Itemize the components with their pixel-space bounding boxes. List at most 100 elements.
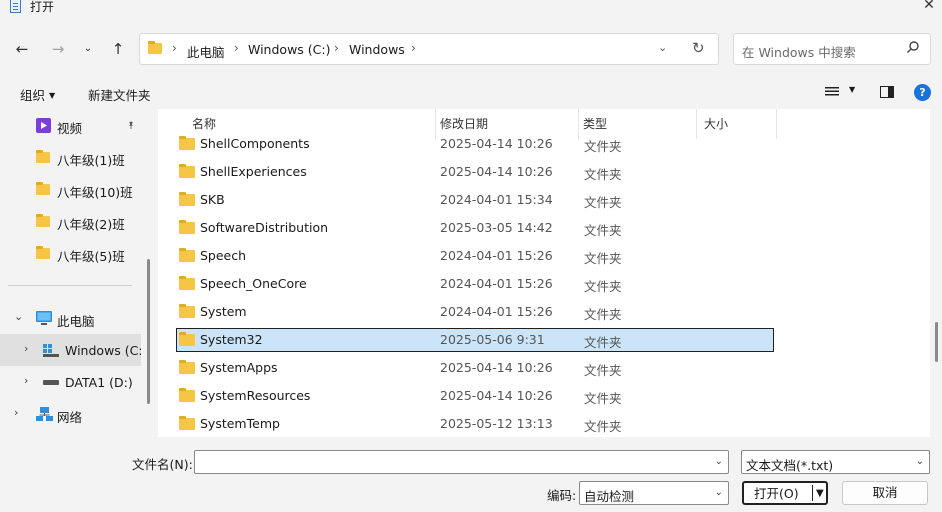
notepad-icon bbox=[10, 0, 21, 13]
file-type: 文件夹 bbox=[584, 139, 622, 154]
chevron-down-icon[interactable]: ⌄ bbox=[14, 310, 23, 323]
breadcrumb-separator-icon[interactable]: › bbox=[334, 41, 339, 55]
breadcrumb-separator-icon[interactable]: › bbox=[411, 41, 416, 55]
file-date: 2024-04-01 15:26 bbox=[440, 248, 553, 263]
column-header-date[interactable]: 修改日期 bbox=[440, 115, 488, 132]
file-date: 2025-05-06 9:31 bbox=[440, 332, 545, 347]
breadcrumb-separator-icon[interactable]: › bbox=[234, 41, 239, 55]
sidebar-item-grade8-class5[interactable]: 八年级(5)班 bbox=[0, 237, 141, 269]
folder-icon bbox=[36, 214, 50, 227]
file-type: 文件夹 bbox=[584, 335, 622, 350]
drive-icon bbox=[43, 380, 59, 385]
file-row[interactable]: ShellExperiences 2025-04-14 10:26 文件夹 bbox=[176, 160, 774, 184]
file-row-selected[interactable]: System32 2025-05-06 9:31 文件夹 bbox=[176, 328, 774, 352]
file-list-scrollbar[interactable] bbox=[935, 322, 938, 362]
sidebar-item-grade8-class10[interactable]: 八年级(10)班 bbox=[0, 173, 141, 205]
chevron-right-icon[interactable]: › bbox=[14, 406, 18, 419]
sidebar-scrollbar[interactable] bbox=[147, 259, 150, 404]
file-row[interactable]: Speech_OneCore 2024-04-01 15:26 文件夹 bbox=[176, 272, 774, 296]
sidebar-item-label: DATA1 (D:) bbox=[65, 375, 133, 390]
breadcrumb-windows-c[interactable]: Windows (C:) bbox=[248, 42, 330, 57]
file-name: SystemApps bbox=[200, 360, 278, 375]
sidebar-item-videos[interactable]: 视频 bbox=[0, 109, 141, 141]
sidebar-item-windows-c[interactable]: › Windows (C:) bbox=[0, 334, 141, 366]
chevron-right-icon[interactable]: › bbox=[24, 342, 28, 355]
sidebar-item-data1-d[interactable]: › DATA1 (D:) bbox=[0, 366, 141, 398]
sidebar-item-label: Windows (C:) bbox=[65, 343, 141, 358]
file-row[interactable]: ShellComponents 2025-04-14 10:26 文件夹 bbox=[176, 132, 774, 156]
file-row[interactable]: SystemTemp 2025-05-12 13:13 文件夹 bbox=[176, 412, 774, 436]
file-name: System bbox=[200, 304, 247, 319]
chevron-right-icon[interactable]: › bbox=[24, 374, 28, 387]
column-header-type[interactable]: 类型 bbox=[583, 115, 607, 132]
folder-icon bbox=[179, 360, 195, 374]
refresh-icon[interactable]: ↻ bbox=[692, 39, 705, 57]
column-header-size[interactable]: 大小 bbox=[704, 115, 728, 132]
chevron-down-icon[interactable]: ⌄ bbox=[916, 456, 924, 467]
filename-input[interactable]: ⌄ bbox=[194, 450, 729, 474]
file-type: 文件夹 bbox=[584, 363, 622, 378]
organize-button[interactable]: 组织 ▼ bbox=[20, 85, 55, 104]
folder-icon bbox=[179, 388, 195, 402]
file-row[interactable]: SystemApps 2025-04-14 10:26 文件夹 bbox=[176, 356, 774, 380]
file-date: 2025-03-05 14:42 bbox=[440, 220, 553, 235]
preview-pane-icon[interactable] bbox=[880, 86, 894, 98]
file-date: 2025-05-12 13:13 bbox=[440, 416, 553, 431]
folder-icon bbox=[179, 248, 195, 262]
sidebar-item-grade8-class2[interactable]: 八年级(2)班 bbox=[0, 205, 141, 237]
breadcrumb-this-pc[interactable]: 此电脑 bbox=[187, 42, 225, 61]
file-date: 2024-04-01 15:26 bbox=[440, 276, 553, 291]
back-arrow-icon[interactable]: ← bbox=[12, 38, 32, 60]
breadcrumb-separator-icon[interactable]: › bbox=[172, 41, 177, 55]
file-row[interactable]: SoftwareDistribution 2025-03-05 14:42 文件… bbox=[176, 216, 774, 240]
search-icon[interactable] bbox=[906, 40, 920, 54]
network-icon bbox=[36, 407, 53, 421]
breadcrumb-windows[interactable]: Windows bbox=[349, 42, 405, 57]
view-caret-down-icon[interactable]: ▼ bbox=[849, 85, 855, 94]
pin-icon[interactable] bbox=[127, 121, 135, 129]
file-name: System32 bbox=[200, 332, 263, 347]
sidebar-item-label: 八年级(1)班 bbox=[57, 153, 125, 168]
file-row[interactable]: SystemResources 2025-04-14 10:26 文件夹 bbox=[176, 384, 774, 408]
column-header-name[interactable]: 名称 bbox=[192, 115, 216, 132]
open-options-caret-icon[interactable]: ▼ bbox=[816, 483, 824, 505]
file-row[interactable]: System 2024-04-01 15:26 文件夹 bbox=[176, 300, 774, 324]
folder-icon bbox=[36, 182, 50, 195]
folder-icon bbox=[179, 192, 195, 206]
address-bar[interactable]: › 此电脑 › Windows (C:) › Windows › ⌄ ↻ bbox=[139, 33, 719, 65]
file-name: Speech_OneCore bbox=[200, 276, 307, 291]
sidebar-item-grade8-class1[interactable]: 八年级(1)班 bbox=[0, 141, 141, 173]
search-box[interactable]: 在 Windows 中搜索 bbox=[733, 33, 931, 65]
file-row[interactable]: SKB 2024-04-01 15:34 文件夹 bbox=[176, 188, 774, 212]
open-button-label: 打开(O) bbox=[754, 486, 799, 501]
sidebar-item-this-pc[interactable]: ⌄ 此电脑 bbox=[0, 302, 141, 334]
cancel-button[interactable]: 取消 bbox=[842, 481, 928, 505]
file-date: 2025-04-14 10:26 bbox=[440, 388, 553, 403]
close-icon[interactable]: ✕ bbox=[920, 0, 938, 14]
encoding-value: 自动检测 bbox=[584, 489, 635, 504]
forward-arrow-icon[interactable]: → bbox=[48, 38, 68, 60]
recent-locations-chevron-icon[interactable]: ⌄ bbox=[78, 38, 98, 60]
file-row[interactable]: Speech 2024-04-01 15:26 文件夹 bbox=[176, 244, 774, 268]
encoding-select[interactable]: 自动检测 ⌄ bbox=[579, 481, 729, 505]
open-button[interactable]: 打开(O) ▼ bbox=[742, 481, 828, 505]
help-icon[interactable]: ? bbox=[914, 84, 931, 101]
sidebar-item-network[interactable]: › 网络 bbox=[0, 398, 141, 430]
command-bar: 组织 ▼ 新建文件夹 ▼ ? bbox=[0, 78, 942, 108]
new-folder-button[interactable]: 新建文件夹 bbox=[88, 85, 151, 104]
address-dropdown-chevron-icon[interactable]: ⌄ bbox=[658, 41, 667, 54]
file-type: 文件夹 bbox=[584, 391, 622, 406]
filetype-select[interactable]: 文本文档(*.txt) ⌄ bbox=[741, 450, 930, 474]
column-divider[interactable] bbox=[776, 109, 777, 139]
folder-icon bbox=[36, 150, 50, 163]
sidebar-item-label: 视频 bbox=[57, 121, 83, 136]
up-arrow-icon[interactable]: ↑ bbox=[108, 38, 128, 60]
chevron-down-icon[interactable]: ⌄ bbox=[715, 487, 723, 498]
file-name: Speech bbox=[200, 248, 247, 263]
search-placeholder: 在 Windows 中搜索 bbox=[742, 45, 856, 60]
file-type: 文件夹 bbox=[584, 195, 622, 210]
file-type: 文件夹 bbox=[584, 307, 622, 322]
folder-icon bbox=[36, 246, 50, 259]
view-options-icon[interactable] bbox=[825, 86, 839, 98]
chevron-down-icon[interactable]: ⌄ bbox=[715, 456, 723, 467]
